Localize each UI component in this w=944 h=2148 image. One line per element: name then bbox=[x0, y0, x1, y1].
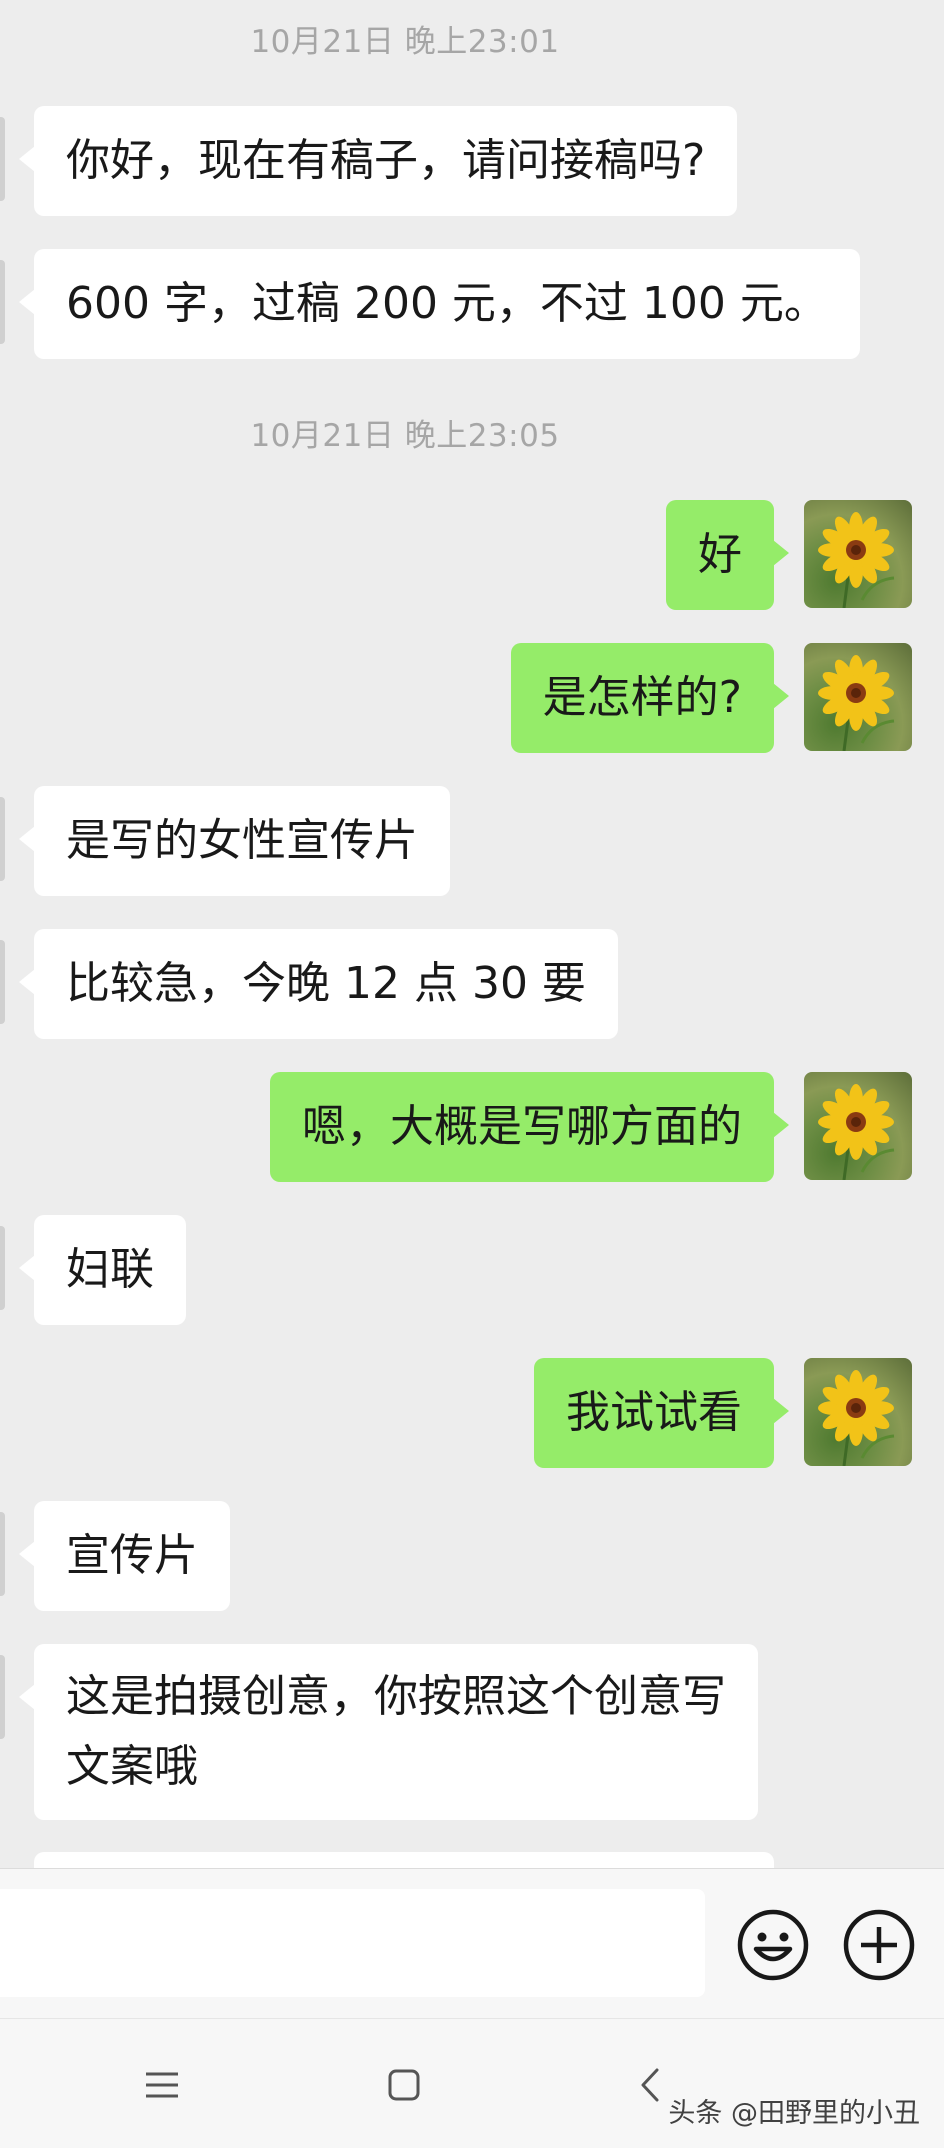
message-text-line-1: 这是拍摄创意，你按照这个创意写 bbox=[66, 1671, 726, 1722]
message-text: 你好，现在有稿子，请问接稿吗? bbox=[66, 135, 706, 186]
message-text: 比较急，今晚 12 点 30 要 bbox=[66, 958, 586, 1009]
message-text-line-2: 文案哦 bbox=[66, 1741, 198, 1792]
sunflower-avatar-icon[interactable] bbox=[804, 1072, 912, 1180]
sunflower-avatar-icon[interactable] bbox=[804, 1358, 912, 1466]
sender-avatar-edge[interactable] bbox=[0, 117, 5, 201]
sender-avatar-edge[interactable] bbox=[0, 797, 5, 881]
message-input-bar bbox=[0, 1868, 944, 2018]
chat-message-list[interactable]: 10月21日 晚上23:01 你好，现在有稿子，请问接稿吗? 600 字，过稿 … bbox=[0, 0, 944, 1868]
incoming-message-bubble[interactable]: 宣传片 bbox=[19, 1501, 230, 1611]
message-text: 妇联 bbox=[66, 1244, 154, 1295]
square-home-icon[interactable] bbox=[382, 2063, 426, 2107]
sender-avatar-edge[interactable] bbox=[0, 260, 5, 344]
watermark-text: 头条 @田野里的小丑 bbox=[668, 2098, 920, 2129]
timestamp: 10月21日 晚上23:05 bbox=[250, 418, 560, 454]
sunflower-avatar-icon[interactable] bbox=[804, 643, 912, 751]
message-text: 是写的女性宣传片 bbox=[66, 815, 418, 866]
incoming-message-bubble[interactable]: 600 字，过稿 200 元，不过 100 元。 bbox=[19, 249, 860, 359]
outgoing-message-bubble[interactable]: 是怎样的? bbox=[510, 643, 790, 753]
outgoing-message-bubble[interactable]: 嗯，大概是写哪方面的 bbox=[270, 1072, 789, 1182]
sender-avatar-edge[interactable] bbox=[0, 1655, 5, 1739]
incoming-message-bubble[interactable]: 这是拍摄创意，你按照这个创意写 文案哦 bbox=[19, 1644, 758, 1820]
message-text: 我试试看 bbox=[566, 1387, 742, 1438]
system-navigation-bar: 头条 @田野里的小丑 bbox=[0, 2018, 944, 2148]
chevron-left-back-icon[interactable] bbox=[630, 2063, 674, 2107]
message-text: 嗯，大概是写哪方面的 bbox=[302, 1101, 742, 1152]
menu-lines-icon[interactable] bbox=[140, 2063, 184, 2107]
timestamp: 10月21日 晚上23:01 bbox=[250, 24, 560, 60]
incoming-message-bubble[interactable]: 比较急，今晚 12 点 30 要 bbox=[19, 929, 618, 1039]
incoming-message-bubble-partial[interactable] bbox=[34, 1852, 774, 1868]
incoming-message-bubble[interactable]: 是写的女性宣传片 bbox=[19, 786, 450, 896]
smiley-face-icon[interactable] bbox=[735, 1907, 811, 1983]
message-text: 是怎样的? bbox=[542, 672, 742, 723]
outgoing-message-bubble[interactable]: 我试试看 bbox=[534, 1358, 789, 1468]
sender-avatar-edge[interactable] bbox=[0, 1226, 5, 1310]
plus-circle-icon[interactable] bbox=[841, 1907, 917, 1983]
sender-avatar-edge[interactable] bbox=[0, 1512, 5, 1596]
sender-avatar-edge[interactable] bbox=[0, 940, 5, 1024]
incoming-message-bubble[interactable]: 妇联 bbox=[19, 1215, 186, 1325]
message-text: 宣传片 bbox=[66, 1530, 198, 1581]
incoming-message-bubble[interactable]: 你好，现在有稿子，请问接稿吗? bbox=[18, 106, 738, 216]
message-text: 好 bbox=[698, 529, 742, 580]
message-text: 600 字，过稿 200 元，不过 100 元。 bbox=[66, 278, 828, 329]
message-input-field[interactable] bbox=[0, 1889, 705, 1997]
sunflower-avatar-icon[interactable] bbox=[804, 500, 912, 608]
outgoing-message-bubble[interactable]: 好 bbox=[666, 500, 789, 610]
